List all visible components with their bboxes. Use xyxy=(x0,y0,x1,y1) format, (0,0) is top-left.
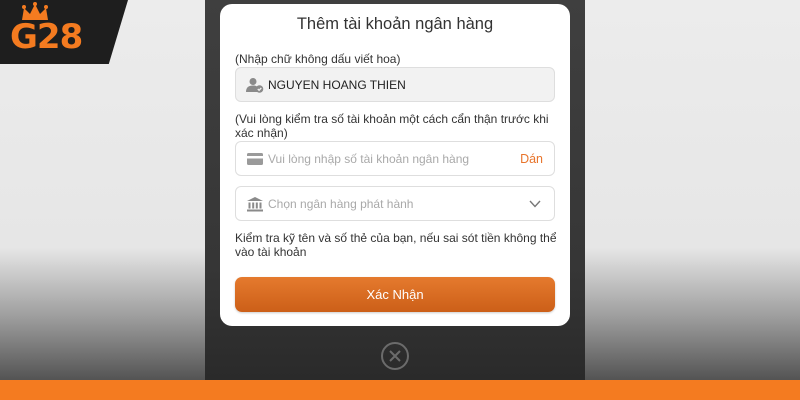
account-number-field[interactable]: Vui lòng nhập số tài khoản ngân hàng Dán xyxy=(235,141,555,176)
modal-title: Thêm tài khoản ngân hàng xyxy=(296,15,494,33)
warning-text: Kiểm tra kỹ tên và số thẻ của bạn, nếu s… xyxy=(235,231,557,259)
account-name-value: NGUYEN HOANG THIEN xyxy=(268,78,406,92)
account-hint: (Vui lòng kiểm tra số tài khoản một cách… xyxy=(235,112,549,140)
close-button[interactable] xyxy=(381,342,409,370)
brand-logo: G28 xyxy=(0,0,128,64)
confirm-button[interactable]: Xác Nhận xyxy=(235,277,555,312)
close-icon xyxy=(389,350,401,362)
bottom-accent-bar xyxy=(0,380,800,400)
add-bank-account-modal: Thêm tài khoản ngân hàng (Nhập chữ không… xyxy=(220,4,570,326)
paste-button[interactable]: Dán xyxy=(520,152,543,166)
bank-select-placeholder: Chọn ngân hàng phát hành xyxy=(268,197,414,211)
bank-select[interactable]: Chọn ngân hàng phát hành xyxy=(235,186,555,221)
account-number-placeholder: Vui lòng nhập số tài khoản ngân hàng xyxy=(268,152,470,166)
name-hint: (Nhập chữ không dấu viết hoa) xyxy=(235,52,401,66)
user-verified-icon xyxy=(246,78,264,93)
chevron-down-icon xyxy=(529,200,541,208)
bank-icon xyxy=(247,197,263,212)
card-icon xyxy=(247,153,263,165)
logo-text: G28 xyxy=(10,17,83,57)
account-name-field[interactable]: NGUYEN HOANG THIEN xyxy=(235,67,555,102)
